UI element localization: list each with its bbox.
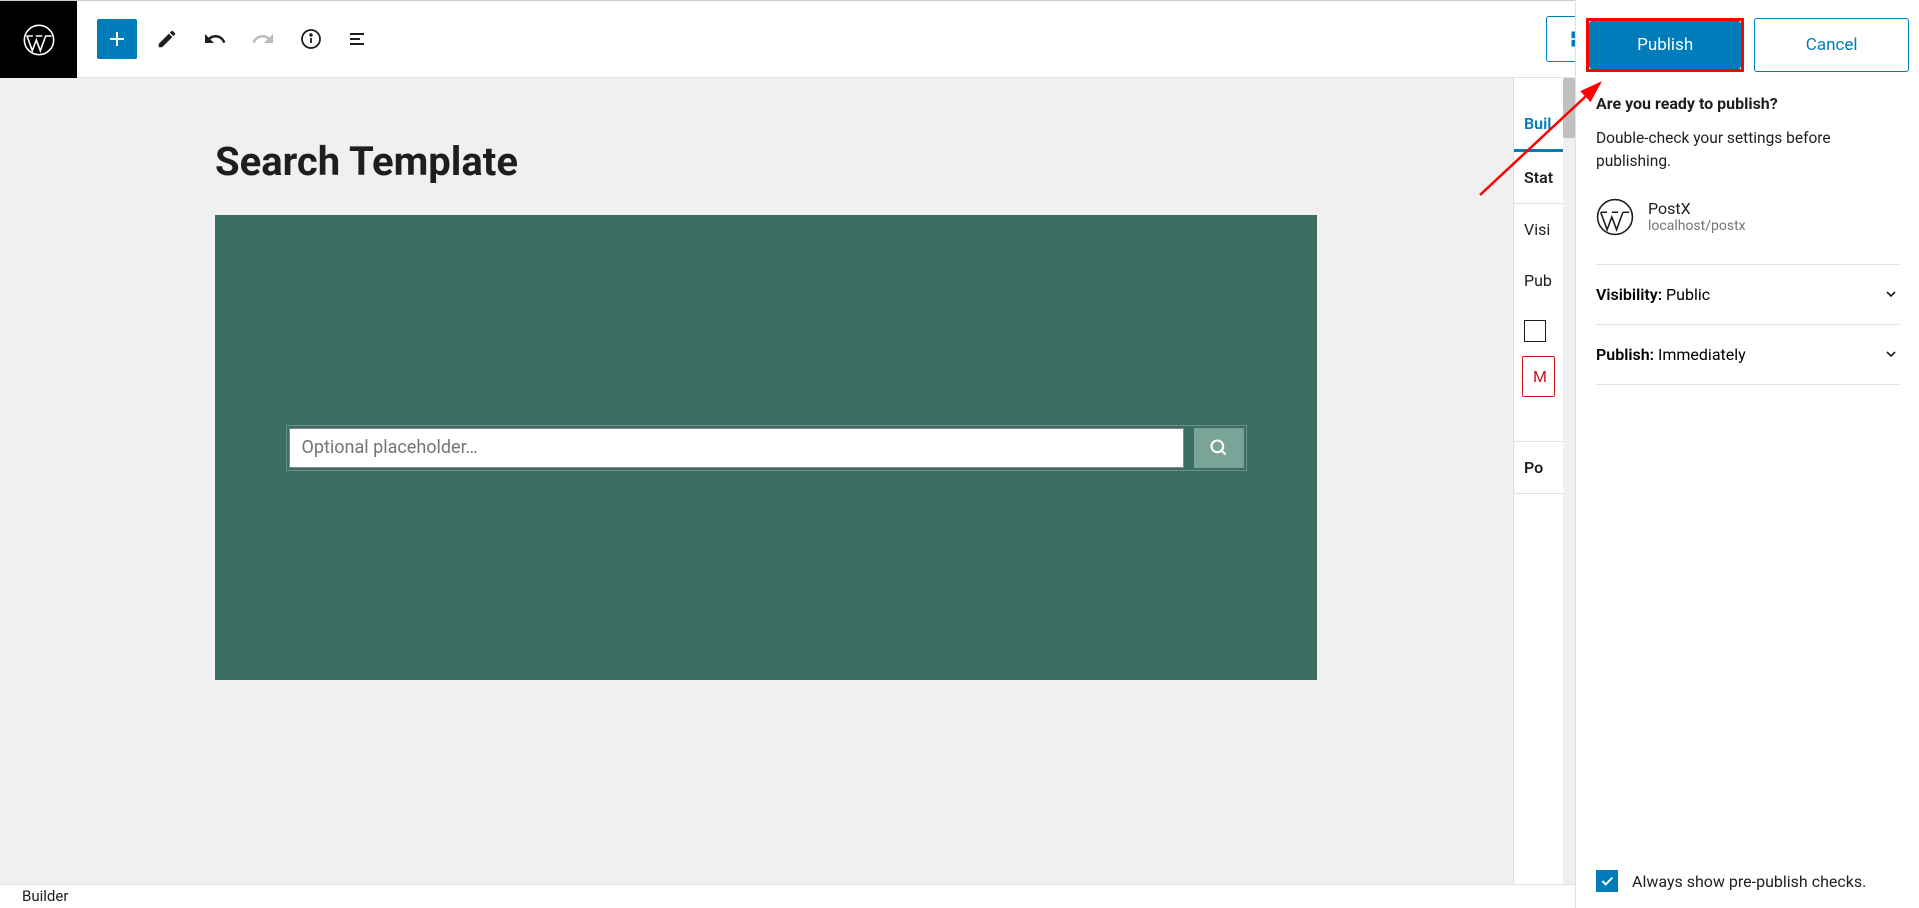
publish-panel-heading: Are you ready to publish? bbox=[1596, 94, 1899, 113]
sidebar-postx-label: Po bbox=[1514, 441, 1563, 494]
move-to-trash-button[interactable]: M bbox=[1522, 356, 1555, 397]
site-wordpress-icon bbox=[1596, 198, 1634, 236]
sidebar-status-label: Stat bbox=[1514, 152, 1563, 204]
search-input[interactable] bbox=[289, 428, 1184, 468]
sidebar-publish-label: Pub bbox=[1514, 255, 1563, 306]
wordpress-logo[interactable] bbox=[0, 1, 77, 78]
publish-button[interactable]: Publish bbox=[1589, 21, 1741, 69]
site-info-row: PostX localhost/postx bbox=[1596, 198, 1899, 236]
pre-publish-checkbox[interactable] bbox=[1596, 870, 1618, 892]
search-icon bbox=[1209, 438, 1229, 458]
chevron-down-icon bbox=[1883, 346, 1899, 362]
cancel-button[interactable]: Cancel bbox=[1754, 18, 1909, 72]
sidebar-checkbox[interactable] bbox=[1524, 320, 1546, 342]
redo-icon[interactable] bbox=[245, 21, 281, 57]
publish-panel-description: Double-check your settings before publis… bbox=[1596, 127, 1899, 174]
undo-icon[interactable] bbox=[197, 21, 233, 57]
check-icon bbox=[1599, 873, 1615, 889]
chevron-down-icon bbox=[1883, 286, 1899, 302]
sidebar-visibility-label: Visi bbox=[1514, 204, 1563, 255]
page-title[interactable]: Search Template bbox=[215, 138, 1704, 185]
status-bar-text: Builder bbox=[22, 887, 68, 905]
sidebar-tab-builder[interactable]: Buil bbox=[1514, 98, 1563, 152]
edit-tool-icon[interactable] bbox=[149, 21, 185, 57]
add-block-button[interactable] bbox=[97, 19, 137, 59]
info-icon[interactable] bbox=[293, 21, 329, 57]
list-view-icon[interactable] bbox=[341, 21, 377, 57]
settings-sidebar-peek: Buil Stat Visi Pub M Po bbox=[1513, 78, 1563, 884]
site-url: localhost/postx bbox=[1648, 218, 1746, 234]
visibility-setting-row[interactable]: Visibility: Public bbox=[1596, 264, 1899, 324]
search-block[interactable] bbox=[215, 215, 1317, 680]
pre-publish-panel: Publish Cancel Are you ready to publish?… bbox=[1575, 0, 1919, 908]
search-submit-button[interactable] bbox=[1194, 428, 1244, 468]
scrollbar[interactable] bbox=[1563, 78, 1575, 884]
publish-time-setting-row[interactable]: Publish: Immediately bbox=[1596, 324, 1899, 385]
site-name: PostX bbox=[1648, 199, 1746, 218]
pre-publish-check-label: Always show pre-publish checks. bbox=[1632, 872, 1866, 891]
